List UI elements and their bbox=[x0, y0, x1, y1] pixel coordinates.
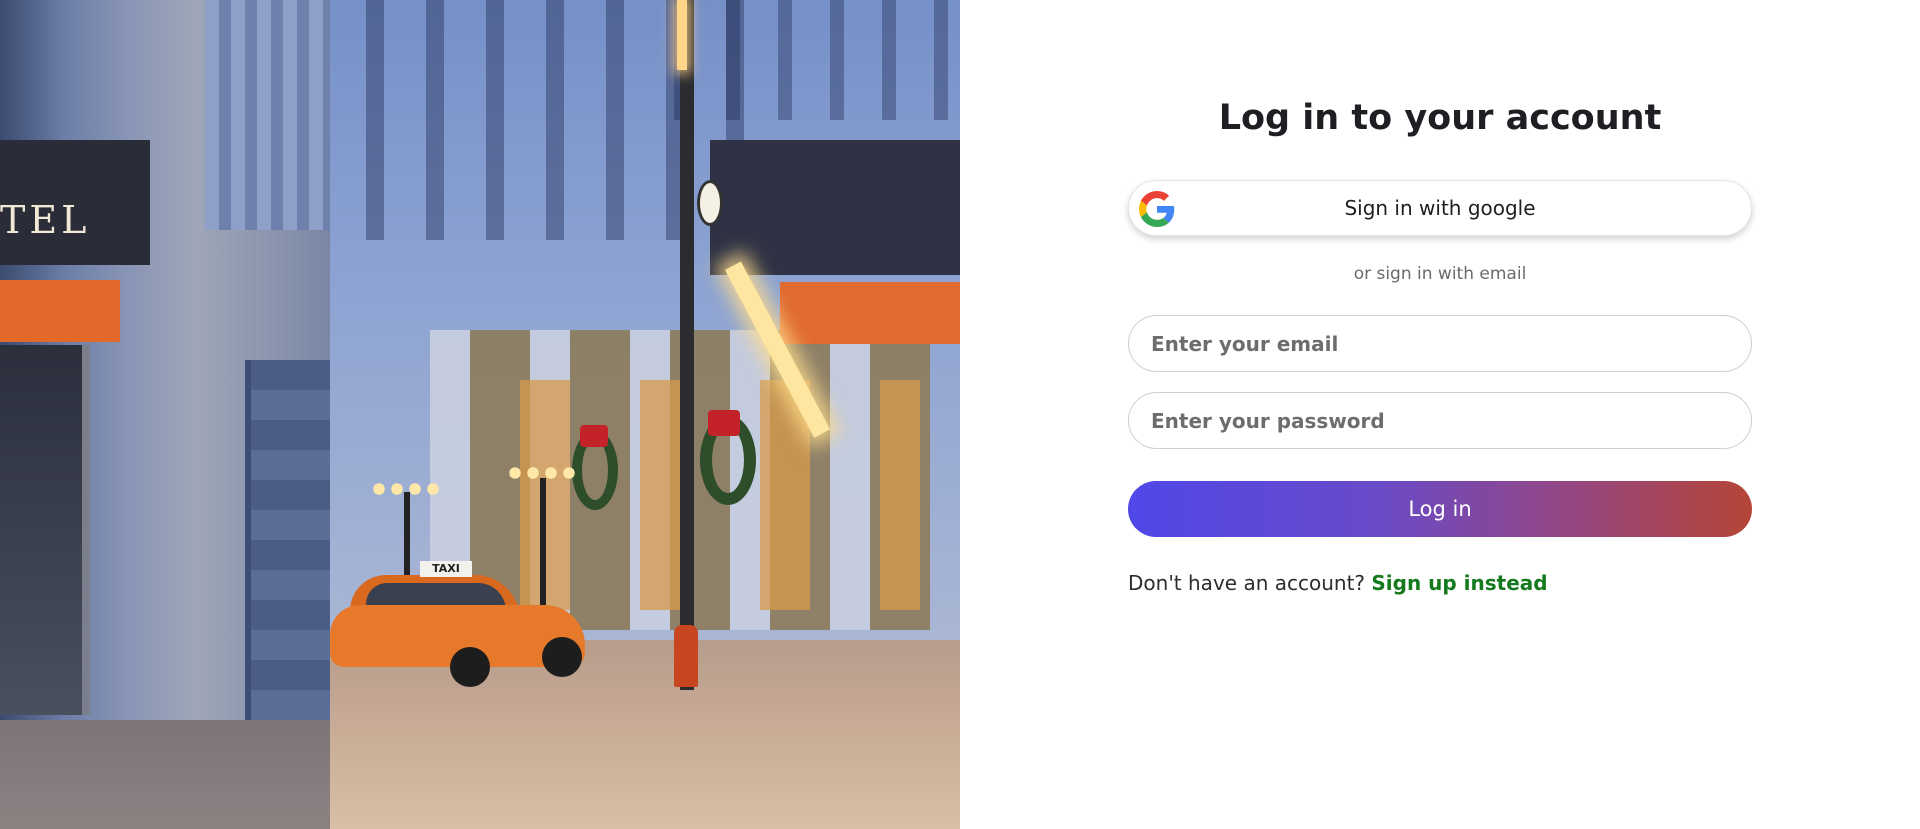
hero-image: TEL TAXI bbox=[0, 0, 960, 829]
taxi-wheel bbox=[542, 637, 582, 677]
taxi-sign: TAXI bbox=[420, 561, 472, 577]
hero-street-light bbox=[677, 0, 687, 70]
hero-street-pole bbox=[680, 0, 694, 690]
no-account-text: Don't have an account? bbox=[1128, 571, 1366, 595]
hero-hotel-sign-text: TEL bbox=[0, 198, 91, 242]
email-divider-text: or sign in with email bbox=[1353, 264, 1527, 284]
hero-balcony bbox=[205, 0, 330, 230]
hero-awning-left bbox=[0, 280, 120, 342]
password-field[interactable] bbox=[1128, 392, 1752, 449]
hero-wreath-bow bbox=[708, 410, 740, 436]
hero-sidewalk-left bbox=[0, 720, 330, 829]
signup-link[interactable]: Sign up instead bbox=[1371, 571, 1547, 595]
hero-door bbox=[0, 345, 90, 715]
hero-wreath-bow bbox=[580, 425, 608, 447]
page-title: Log in to your account bbox=[1218, 98, 1662, 138]
hero-lamp bbox=[370, 478, 440, 500]
email-field[interactable] bbox=[1128, 315, 1752, 372]
google-logo-icon bbox=[1139, 191, 1175, 227]
hero-hotel-sign: TEL bbox=[0, 140, 150, 265]
google-signin-label: Sign in with google bbox=[1344, 196, 1536, 220]
hero-windows-upper bbox=[650, 0, 950, 120]
hero-clock bbox=[697, 180, 723, 226]
google-signin-button[interactable]: Sign in with google bbox=[1128, 180, 1752, 236]
hero-marquee-band bbox=[780, 282, 960, 344]
hero-lamp bbox=[506, 462, 576, 484]
login-button[interactable]: Log in bbox=[1128, 481, 1752, 537]
signup-prompt: Don't have an account? Sign up instead bbox=[1128, 571, 1548, 595]
taxi-wheel bbox=[450, 647, 490, 687]
hero-fire-hydrant bbox=[674, 625, 698, 687]
hero-marquee bbox=[710, 140, 960, 275]
hero-taxi: TAXI bbox=[330, 561, 585, 687]
